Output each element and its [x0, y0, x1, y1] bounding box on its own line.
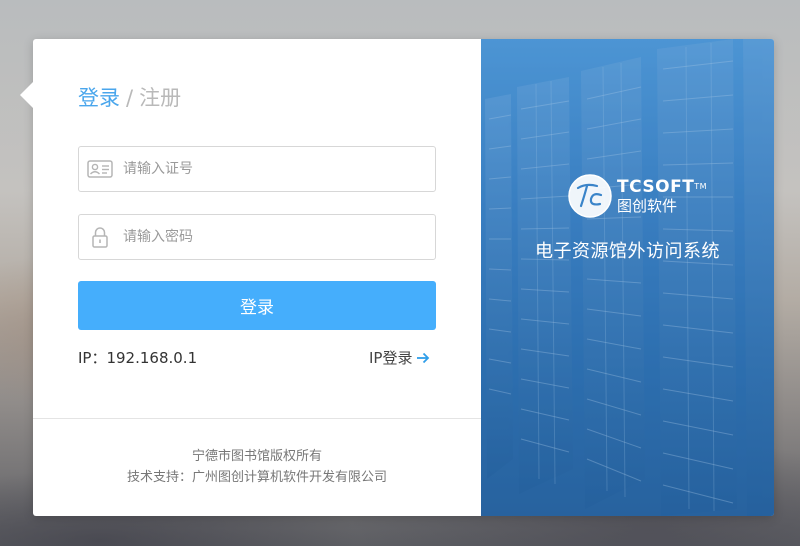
copyright-text: 宁德市图书馆版权所有 [191, 449, 322, 464]
logo-en-line: TCSOFTTM [617, 177, 707, 197]
login-button[interactable]: 登录 [78, 281, 436, 330]
footer-divider [33, 418, 481, 419]
id-field[interactable] [78, 146, 436, 192]
system-title: 电子资源馆外访问系统 [535, 241, 720, 262]
ip-login-label: IP登录 [369, 349, 413, 367]
id-input[interactable] [123, 147, 423, 191]
tab-register[interactable]: 注册 [139, 86, 181, 110]
tcsoft-logo-icon [568, 174, 612, 218]
tab-separator: / [126, 86, 134, 110]
password-field[interactable] [78, 214, 436, 260]
password-input[interactable] [123, 215, 423, 259]
ip-address-label: IP：192.168.0.1 [78, 349, 198, 367]
server-racks-illustration [481, 39, 774, 516]
logo-text: TCSOFTTM 图创软件 [617, 177, 707, 215]
tab-login[interactable]: 登录 [78, 86, 120, 110]
lock-icon [92, 227, 108, 248]
footer: 宁德市图书馆版权所有 技术支持：广州图创计算机软件开发有限公司 [33, 446, 481, 488]
brand-panel: TCSOFTTM 图创软件 电子资源馆外访问系统 [481, 39, 774, 516]
logo-tm: TM [694, 182, 708, 191]
logo-en: TCSOFT [617, 177, 695, 197]
arrow-right-icon [417, 352, 430, 363]
login-card: 登录/注册 登录 IP：192.168.0.1 IP登录 [33, 39, 774, 516]
login-register-tabs: 登录 / 注册 [78, 82, 181, 112]
tcsoft-logo: TCSOFTTM 图创软件 [567, 173, 707, 219]
id-card-icon [87, 160, 113, 178]
card-notch [20, 82, 33, 108]
login-panel: 登录/注册 登录 IP：192.168.0.1 IP登录 [33, 39, 481, 516]
tech-support-text: 技术支持：广州图创计算机软件开发有限公司 [126, 470, 387, 485]
logo-cn: 图创软件 [617, 197, 678, 215]
ip-login-link[interactable]: IP登录 [369, 347, 430, 368]
